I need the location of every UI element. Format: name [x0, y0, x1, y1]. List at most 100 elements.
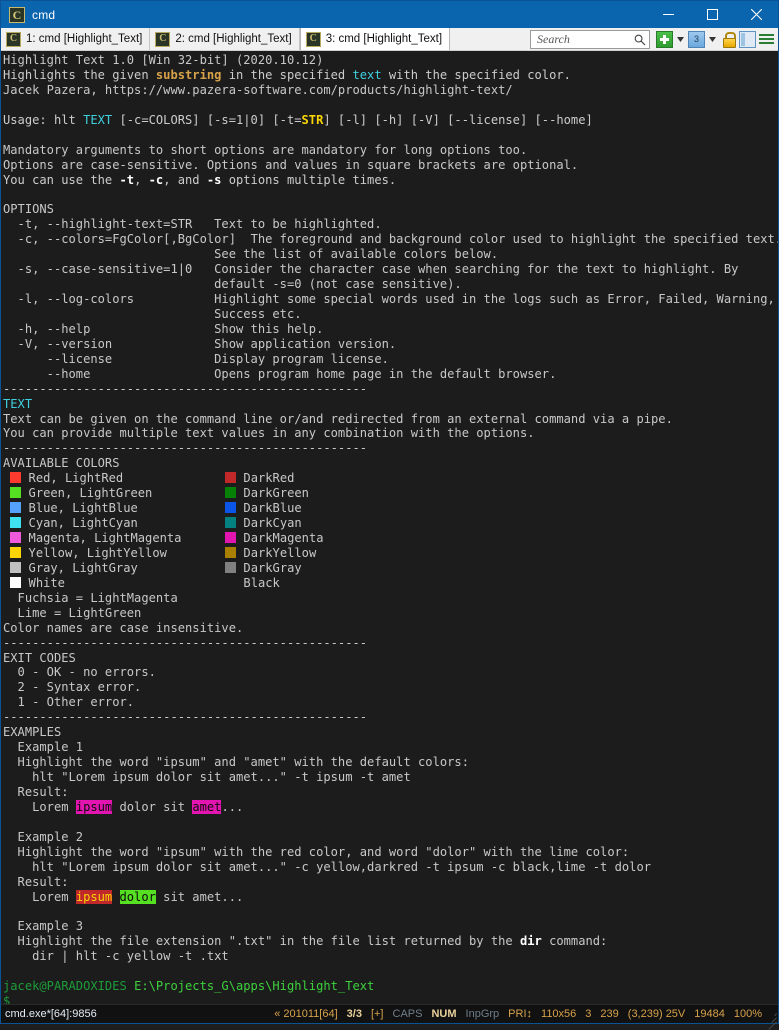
option-flag [3, 247, 214, 261]
status-tab-index: 3/3 [346, 1008, 362, 1020]
option-description: Display program license. [214, 351, 389, 366]
example-result: Lorem ipsum dolor sit amet... [3, 799, 244, 814]
status-rows: 239 [600, 1008, 619, 1020]
console-list-dropdown[interactable] [707, 31, 718, 48]
status-bar: cmd.exe*[64]:9856 « 201011[64] 3/3 [+] C… [1, 1004, 778, 1030]
color-label: Yellow, LightYellow [21, 545, 226, 560]
color-label: DarkGray [236, 560, 302, 575]
option-flag: --home [3, 366, 215, 381]
prompt-symbol: $ [3, 994, 11, 1004]
option-description: default -s=0 (not case sensitive). [214, 277, 462, 292]
status-cursor: (3,239) 25V [627, 1008, 686, 1020]
status-buffer: 19484 [694, 1008, 725, 1020]
example-desc: Highlight the file extension ".txt" in t… [3, 934, 608, 949]
search-icon [634, 33, 646, 51]
close-button[interactable] [734, 1, 778, 28]
status-zoom: 100% [733, 1008, 762, 1020]
color-row: Gray, LightGray DarkGray [3, 561, 778, 576]
color-label: DarkCyan [236, 516, 302, 531]
option-row: -h, --help Show this help. [3, 322, 778, 337]
highlighted-word: amet [192, 799, 222, 814]
option-description: Opens program home page in the default b… [214, 366, 557, 381]
menu-button[interactable] [758, 31, 775, 48]
color-row: White Black [3, 576, 778, 591]
chevron-down-icon [677, 36, 684, 42]
exit-code-line: 1 - Other error. [3, 695, 135, 710]
product-line: Highlight Text 1.0 [Win 32-bit] (2020.10… [3, 53, 324, 67]
tab-console-1[interactable]: C 1: cmd [Highlight_Text] [1, 28, 151, 50]
example-title: Example 1 [3, 740, 84, 755]
status-inpgrp: InpGrp [465, 1008, 500, 1020]
option-description: Text to be highlighted. [214, 217, 382, 232]
prompt-line: jacek@PARADOXIDES E:\Projects_G\apps\Hig… [3, 979, 778, 994]
options-heading: OPTIONS [3, 202, 54, 217]
tab-label: 3: cmd [Highlight_Text] [325, 33, 443, 45]
text-section-line: Text can be given on the command line or… [3, 411, 673, 426]
option-row: -c, --colors=FgColor[,BgColor] The foreg… [3, 232, 778, 247]
option-description: Consider the character case when searchi… [214, 262, 739, 277]
console-window: C cmd C 1: cmd [Highlight_Text] C 2: cmd… [0, 0, 779, 1030]
color-swatch [10, 546, 22, 558]
color-swatch [225, 561, 237, 573]
new-console-dropdown[interactable] [675, 31, 686, 48]
examples-heading: EXAMPLES [3, 725, 62, 740]
console-output[interactable]: Highlight Text 1.0 [Win 32-bit] (2020.10… [1, 51, 778, 1004]
example-desc: Highlight the word "ipsum" with the red … [3, 844, 630, 859]
exit-code-line: 0 - OK - no errors. [3, 665, 156, 680]
option-description: The foreground and background color used… [250, 232, 778, 247]
status-col: 3 [585, 1008, 592, 1020]
separator-line: ----------------------------------------… [3, 710, 368, 725]
resize-grip[interactable] [765, 1010, 777, 1030]
new-console-button[interactable] [656, 30, 673, 48]
title-bar: C cmd [1, 1, 778, 28]
colors-heading: AVAILABLE COLORS [3, 456, 120, 471]
example-result-label: Result: [3, 784, 69, 799]
color-row: Blue, LightBlue DarkBlue [3, 501, 778, 516]
options-list: -t, --highlight-text=STR Text to be high… [3, 217, 778, 381]
maximize-button[interactable] [690, 1, 734, 28]
search-box[interactable] [530, 29, 650, 51]
panel-icon [739, 30, 756, 48]
app-icon: C [9, 6, 25, 23]
console-list-button[interactable]: 3 [688, 30, 705, 48]
note-multi-line: You can use the -t, -c, and -s options m… [3, 172, 397, 187]
example-title: Example 2 [3, 829, 84, 844]
status-caps: CAPS [392, 1008, 423, 1020]
color-swatch [225, 532, 237, 543]
separator-line: ----------------------------------------… [3, 441, 368, 456]
color-label: Magenta, LightMagenta [21, 531, 226, 545]
console-number-icon: 3 [688, 30, 705, 48]
toggle-panel-button[interactable] [739, 30, 756, 48]
tab-console-3[interactable]: C 3: cmd [Highlight_Text] [299, 28, 451, 50]
color-alias-line: Fuchsia = LightMagenta [3, 590, 178, 605]
console-icon: C [155, 31, 171, 47]
color-label: Gray, LightGray [21, 560, 226, 575]
color-swatch [10, 472, 22, 484]
color-label: Red, LightRed [21, 471, 226, 486]
option-flag [3, 307, 214, 321]
highlighted-word: ipsum [75, 889, 113, 904]
text-section-line: You can provide multiple text values in … [3, 426, 535, 441]
search-input[interactable] [535, 30, 635, 48]
usage-line: Usage: hlt TEXT [-c=COLORS] [-s=1|0] [-t… [3, 112, 593, 127]
lock-button[interactable] [720, 31, 737, 48]
option-flag: -l, --log-colors [3, 292, 215, 306]
option-row: Success etc. [3, 307, 778, 322]
minimize-button[interactable] [646, 1, 690, 28]
tab-label: 2: cmd [Highlight_Text] [175, 33, 292, 45]
tab-bar: C 1: cmd [Highlight_Text] C 2: cmd [High… [1, 28, 778, 51]
tab-console-2[interactable]: C 2: cmd [Highlight_Text] [150, 28, 300, 50]
substring-token: substring [155, 67, 222, 82]
color-label: DarkGreen [236, 486, 309, 501]
color-label: Blue, LightBlue [21, 501, 226, 516]
option-flag: -t, --highlight-text=STR [3, 217, 215, 232]
exit-codes-heading: EXIT CODES [3, 650, 76, 665]
chevron-down-icon [709, 36, 716, 42]
option-row: --license Display program license. [3, 352, 778, 367]
hamburger-icon [759, 33, 774, 45]
